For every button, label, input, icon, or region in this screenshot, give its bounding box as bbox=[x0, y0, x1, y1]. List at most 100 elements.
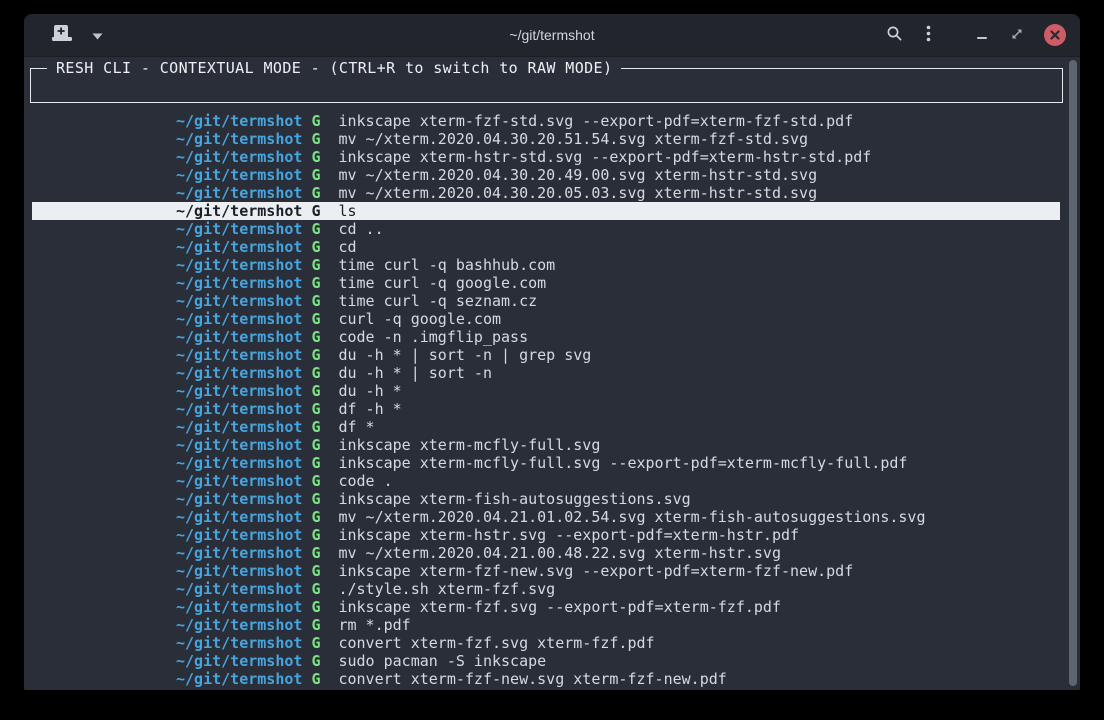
git-indicator: G bbox=[311, 670, 320, 688]
close-button[interactable] bbox=[1044, 24, 1066, 46]
search-button[interactable] bbox=[884, 23, 905, 47]
git-indicator: G bbox=[311, 202, 320, 220]
prompt-path: ~/git/termshot bbox=[176, 166, 302, 184]
git-indicator: G bbox=[311, 256, 320, 274]
history-row-selected[interactable]: ~/git/termshotGls bbox=[32, 202, 1060, 220]
history-row[interactable]: ~/git/termshotGmv ~/xterm.2020.04.30.20.… bbox=[32, 130, 1060, 148]
history-row[interactable]: ~/git/termshotGinkscape xterm-mcfly-full… bbox=[32, 436, 1060, 454]
command-text: inkscape xterm-mcfly-full.svg --export-p… bbox=[338, 454, 907, 472]
prompt-path: ~/git/termshot bbox=[176, 382, 302, 400]
git-indicator: G bbox=[311, 472, 320, 490]
prompt-path: ~/git/termshot bbox=[176, 544, 302, 562]
command-text: mv ~/xterm.2020.04.21.01.02.54.svg xterm… bbox=[338, 508, 925, 526]
git-indicator: G bbox=[311, 634, 320, 652]
history-row[interactable]: ~/git/termshotGcode -n .imgflip_pass bbox=[32, 328, 1060, 346]
history-row[interactable]: ~/git/termshotGmv ~/xterm.2020.04.30.20.… bbox=[32, 166, 1060, 184]
history-row[interactable]: ~/git/termshotGmv ~/xterm.2020.04.30.20.… bbox=[32, 184, 1060, 202]
history-row[interactable]: ~/git/termshotGconvert xterm-fzf-new.svg… bbox=[32, 670, 1060, 688]
command-text: inkscape xterm-fzf.svg --export-pdf=xter… bbox=[338, 598, 781, 616]
restore-button[interactable] bbox=[1009, 26, 1025, 45]
history-row[interactable]: ~/git/termshotGtime curl -q bashhub.com bbox=[32, 256, 1060, 274]
command-text: inkscape xterm-fish-autosuggestions.svg bbox=[338, 490, 690, 508]
command-text: du -h * | sort -n | grep svg bbox=[338, 346, 591, 364]
new-tab-button[interactable] bbox=[50, 23, 74, 47]
history-row[interactable]: ~/git/termshotGmv ~/xterm.2020.04.21.00.… bbox=[32, 544, 1060, 562]
history-row[interactable]: ~/git/termshotGdf -h * bbox=[32, 400, 1060, 418]
git-indicator: G bbox=[311, 454, 320, 472]
prompt-path: ~/git/termshot bbox=[176, 274, 302, 292]
prompt-path: ~/git/termshot bbox=[176, 346, 302, 364]
git-indicator: G bbox=[311, 436, 320, 454]
git-indicator: G bbox=[311, 184, 320, 202]
history-row[interactable]: ~/git/termshotGcd .. bbox=[32, 220, 1060, 238]
restore-window-icon bbox=[1011, 28, 1023, 43]
git-indicator: G bbox=[311, 346, 320, 364]
history-row[interactable]: ~/git/termshotGinkscape xterm-hstr.svg -… bbox=[32, 526, 1060, 544]
history-list: ~/git/termshot Ginkscape xterm-fzf-std.sv… bbox=[32, 112, 1060, 688]
prompt-path: ~/git/termshot bbox=[176, 526, 302, 544]
git-indicator: G bbox=[311, 580, 320, 598]
history-row[interactable]: ~/git/termshot Gmv ~/xterm.2020.04.21.01.… bbox=[32, 508, 1060, 526]
prompt-path: ~/git/termshot bbox=[176, 616, 302, 634]
prompt-path: ~/git/termshot bbox=[176, 562, 302, 580]
resh-mode-header: RESH CLI - CONTEXTUAL MODE - (CTRL+R to … bbox=[47, 59, 621, 78]
search-icon bbox=[886, 25, 903, 45]
history-row[interactable]: ~/git/termshotG./style.sh xterm-fzf.svg bbox=[32, 580, 1060, 598]
history-row[interactable]: ~/git/termshotGdu -h * bbox=[32, 382, 1060, 400]
titlebar-left-controls bbox=[50, 23, 105, 47]
prompt-path: ~/git/termshot bbox=[176, 598, 302, 616]
history-row[interactable]: ~/git/termshotGinkscape xterm-fish-autos… bbox=[32, 490, 1060, 508]
command-text: du -h * bbox=[338, 382, 401, 400]
git-indicator: G bbox=[311, 166, 320, 184]
history-row[interactable]: ~/git/termshotGdu -h * | sort -n bbox=[32, 364, 1060, 382]
command-text: inkscape xterm-fzf-std.svg --export-pdf=… bbox=[338, 112, 853, 130]
history-row[interactable]: ~/git/termshotGconvert xterm-fzf.svg xte… bbox=[32, 634, 1060, 652]
git-indicator: G bbox=[311, 544, 320, 562]
prompt-path: ~/git/termshot bbox=[176, 328, 302, 346]
resh-search-input-box[interactable]: RESH CLI - CONTEXTUAL MODE - (CTRL+R to … bbox=[30, 68, 1063, 103]
titlebar[interactable]: ~/git/termshot bbox=[24, 14, 1080, 57]
git-indicator: G bbox=[311, 112, 320, 130]
history-row[interactable]: ~/git/termshotGinkscape xterm-mcfly-full… bbox=[32, 454, 1060, 472]
git-indicator: G bbox=[311, 220, 320, 238]
scrollbar-thumb[interactable] bbox=[1069, 60, 1077, 686]
command-text: rm *.pdf bbox=[338, 616, 410, 634]
git-indicator: G bbox=[311, 274, 320, 292]
prompt-path: ~/git/termshot bbox=[176, 580, 302, 598]
command-text: time curl -q seznam.cz bbox=[338, 292, 537, 310]
prompt-path: ~/git/termshot bbox=[176, 652, 302, 670]
history-row[interactable]: ~/git/termshotGinkscape xterm-hstr-std.s… bbox=[32, 148, 1060, 166]
git-indicator: G bbox=[311, 598, 320, 616]
command-text: convert xterm-fzf-new.svg xterm-fzf-new.… bbox=[338, 670, 726, 688]
git-indicator: G bbox=[311, 400, 320, 418]
prompt-path: ~/git/termshot bbox=[176, 220, 302, 238]
history-row[interactable]: ~/git/termshotGdf * bbox=[32, 418, 1060, 436]
prompt-path: ~/git/termshot bbox=[176, 508, 302, 526]
history-row[interactable]: ~/git/termshotGcode . bbox=[32, 472, 1060, 490]
prompt-path: ~/git/termshot bbox=[176, 256, 302, 274]
history-row[interactable]: ~/git/termshotGcurl -q google.com bbox=[32, 310, 1060, 328]
command-text: inkscape xterm-hstr-std.svg --export-pdf… bbox=[338, 148, 871, 166]
menu-button[interactable] bbox=[924, 23, 933, 47]
command-text: sudo pacman -S inkscape bbox=[338, 652, 546, 670]
terminal-window: ~/git/termshot bbox=[24, 14, 1080, 690]
prompt-path: ~/git/termshot bbox=[176, 634, 302, 652]
history-row[interactable]: ~/git/termshotGinkscape xterm-fzf-new.sv… bbox=[32, 562, 1060, 580]
git-indicator: G bbox=[311, 508, 320, 526]
git-indicator: G bbox=[311, 364, 320, 382]
history-row[interactable]: ~/git/termshot Ginkscape xterm-fzf-std.sv… bbox=[32, 112, 1060, 130]
history-row[interactable]: ~/git/termshotGsudo pacman -S inkscape bbox=[32, 652, 1060, 670]
history-row[interactable]: ~/git/termshot Gdu -h * | sort -n | grep … bbox=[32, 346, 1060, 364]
command-text: cd bbox=[338, 238, 356, 256]
history-row[interactable]: ~/git/termshot Ginkscape xterm-fzf.svg --… bbox=[32, 598, 1060, 616]
prompt-path: ~/git/termshot bbox=[176, 112, 302, 130]
minimize-button[interactable] bbox=[975, 26, 990, 45]
tab-dropdown-button[interactable] bbox=[90, 26, 105, 45]
history-row[interactable]: ~/git/termshotGrm *.pdf bbox=[32, 616, 1060, 634]
prompt-path: ~/git/termshot bbox=[176, 310, 302, 328]
history-row[interactable]: ~/git/termshotGcd bbox=[32, 238, 1060, 256]
git-indicator: G bbox=[311, 238, 320, 256]
history-row[interactable]: ~/git/termshotGtime curl -q google.com bbox=[32, 274, 1060, 292]
history-row[interactable]: ~/git/termshotGtime curl -q seznam.cz bbox=[32, 292, 1060, 310]
terminal-content[interactable]: RESH CLI - CONTEXTUAL MODE - (CTRL+R to … bbox=[24, 57, 1080, 690]
